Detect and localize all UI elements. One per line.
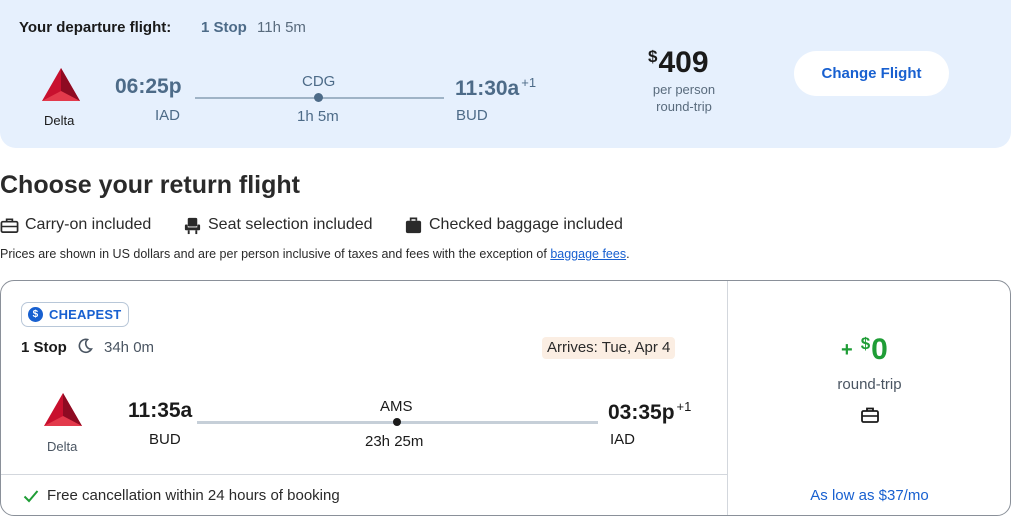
departure-day-offset: +1 [521,75,537,90]
check-icon [23,489,39,502]
return-added-price: + $0 [841,333,888,366]
departure-destination-code: BUD [456,107,488,124]
amenity-seat-label: Seat selection included [208,216,373,233]
free-cancellation-label: Free cancellation within 24 hours of boo… [47,487,340,504]
financing-link[interactable]: As low as $37/mo [727,487,1010,504]
departure-summary-card: Your departure flight: 1 Stop 11h 5m Del… [0,0,1011,148]
return-depart-time: 11:35a [128,399,193,422]
departure-duration: 11h 5m [257,19,306,36]
change-flight-button[interactable]: Change Flight [794,51,949,96]
departure-origin-code: IAD [155,107,181,124]
arrival-date-badge: Arrives: Tue, Apr 4 [542,337,676,359]
departure-travel-time: 1h 5m [297,108,339,125]
amenity-checked-bag: Checked baggage included [404,214,623,236]
price-note-round-trip: round-trip [656,99,712,114]
return-layover-dot [393,418,401,426]
departure-airline-name: Delta [44,113,75,128]
cheapest-badge: $ CHEAPEST [21,302,130,327]
departure-layover-code: CDG [302,73,336,90]
departure-depart-time: 06:25p [115,75,182,98]
baggage-fees-link[interactable]: baggage fees [550,247,626,261]
delta-logo-icon [41,67,81,103]
return-destination-code: IAD [610,431,636,448]
briefcase-icon [861,407,879,423]
amenity-carry-on-label: Carry-on included [25,216,152,233]
checked-bag-icon [405,217,422,233]
return-duration: 34h 0m [104,339,155,356]
return-stops: 1 Stop [21,339,67,356]
departure-stops: 1 Stop [201,19,247,36]
amenity-carry-on: Carry-on included [0,214,151,236]
amenity-checked-bag-label: Checked baggage included [429,216,623,233]
return-day-offset: +1 [676,399,692,414]
moon-icon [78,338,93,354]
suitcase-icon [0,217,19,233]
price-note-per-person: per person [652,82,716,97]
price-disclaimer: Prices are shown in US dollars and are p… [0,247,630,261]
return-arrive-time: 03:35p +1 [608,399,692,424]
amenity-seat: Seat selection included [183,214,373,236]
return-travel-time: 23h 25m [365,433,424,450]
return-airline-name: Delta [47,439,78,454]
card-divider-horizontal [1,474,727,475]
departure-arrive-time: 11:30a +1 [455,75,537,100]
departure-header-label: Your departure flight: [19,19,172,36]
return-price-note: round-trip [837,376,902,393]
delta-logo-icon [43,392,83,428]
card-divider-vertical [727,281,728,515]
departure-layover-dot [314,93,323,102]
dollar-badge-icon: $ [28,307,43,322]
return-section-title: Choose your return flight [0,171,300,199]
departure-price: $409 [648,46,709,79]
free-cancellation-note: Free cancellation within 24 hours of boo… [23,487,340,504]
return-flight-card[interactable]: $ CHEAPEST 1 Stop 34h 0m Arrives: Tue, A… [0,280,1011,516]
seat-icon [184,217,201,234]
return-layover-code: AMS [380,398,413,415]
return-origin-code: BUD [149,431,181,448]
cheapest-badge-label: CHEAPEST [49,307,122,322]
